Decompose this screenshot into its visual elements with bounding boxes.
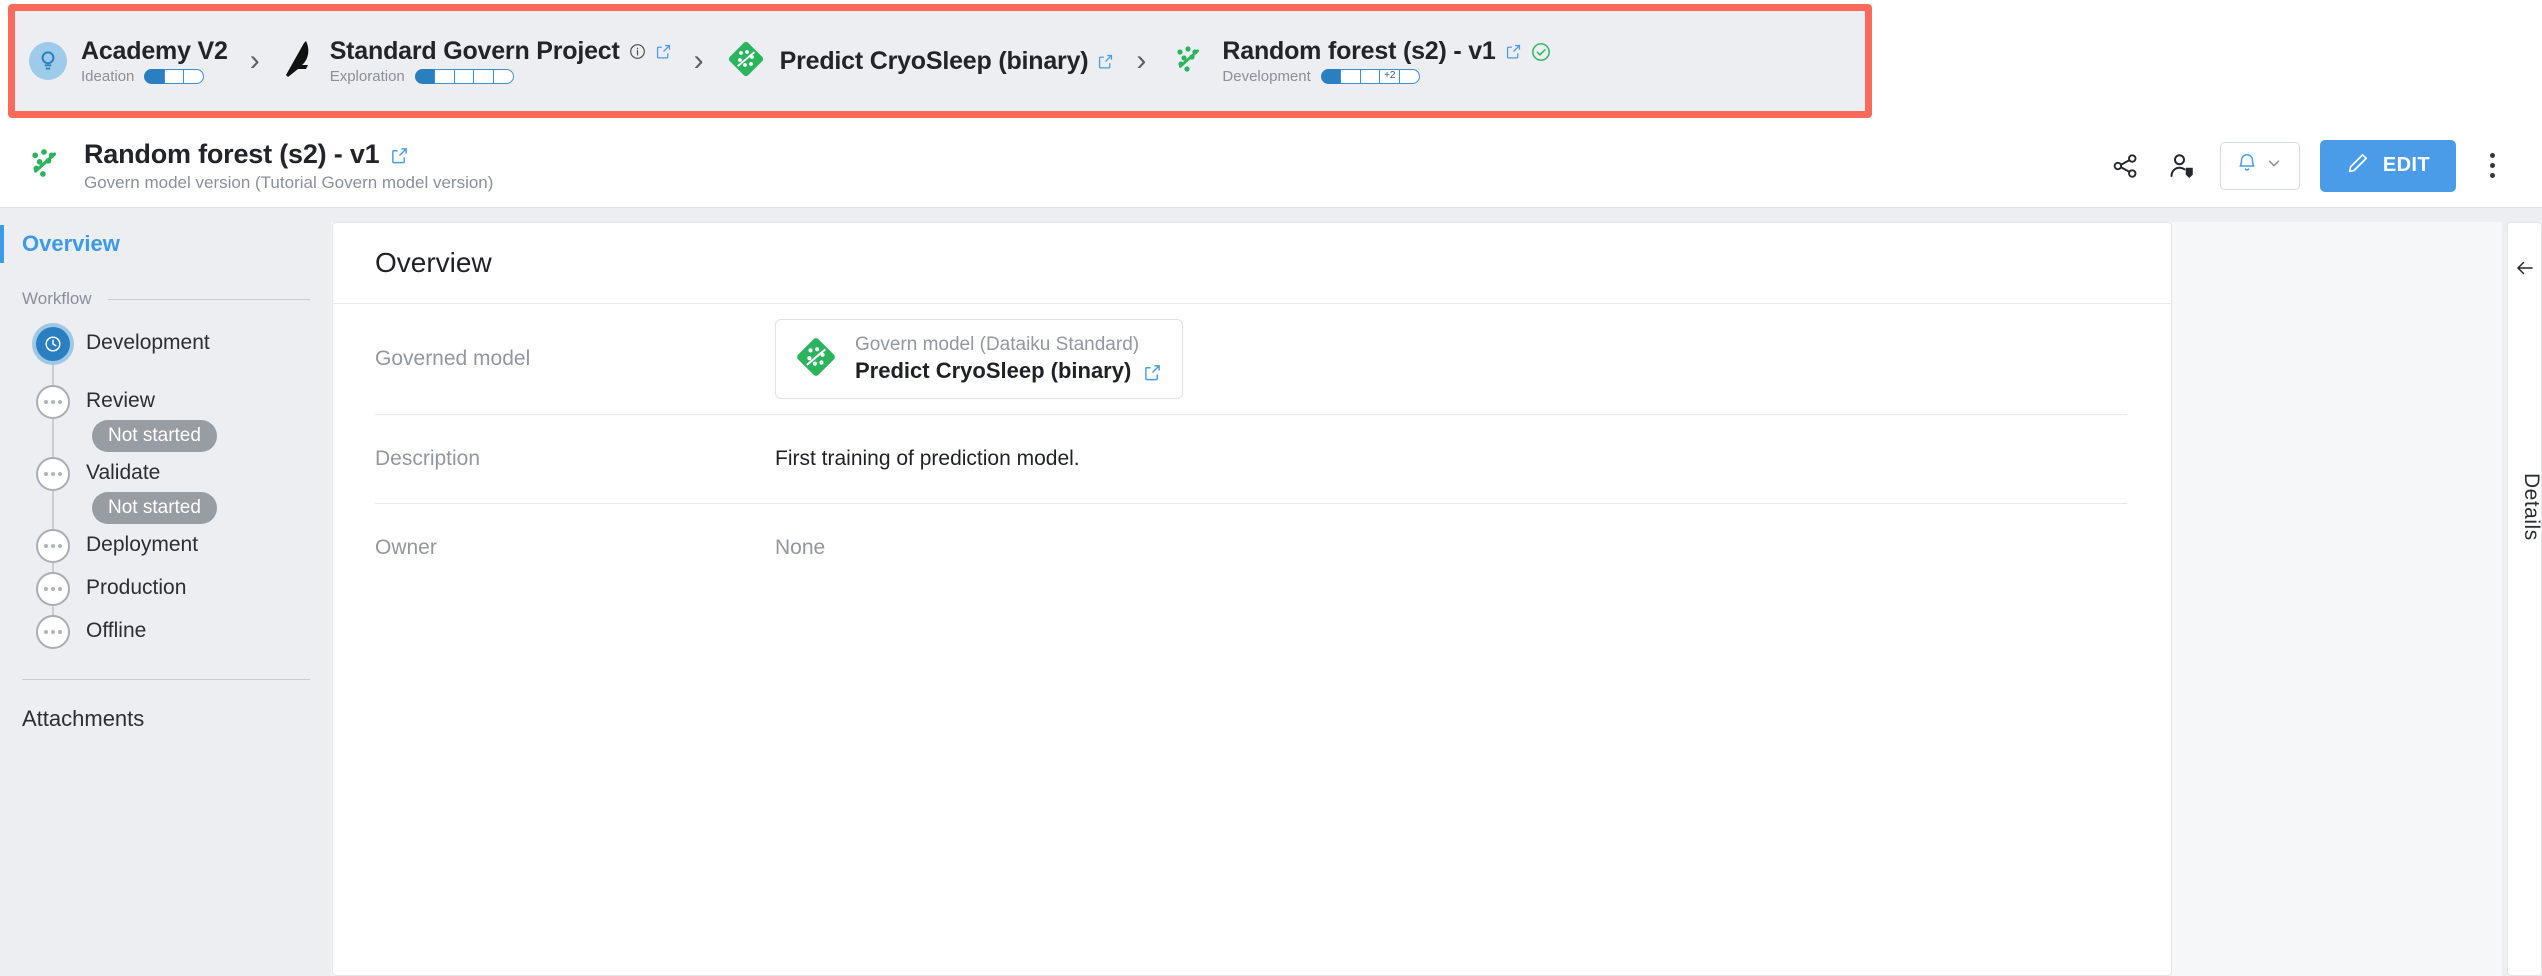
breadcrumb-item-title: Random forest (s2) - v1 bbox=[1222, 37, 1496, 65]
sidebar-item-label: Overview bbox=[22, 231, 120, 256]
govern-model-diamond-icon bbox=[794, 335, 838, 384]
workflow-step-development[interactable]: Development bbox=[36, 327, 330, 385]
status-check-icon bbox=[1531, 42, 1551, 62]
left-sidebar: Overview Workflow Development Review Not bbox=[0, 209, 330, 976]
section-divider bbox=[107, 298, 310, 300]
edit-button-label: EDIT bbox=[2382, 154, 2430, 176]
breadcrumb: Academy V2 Ideation › Standard Govern Pr… bbox=[15, 11, 1865, 111]
status-badge: Not started bbox=[92, 420, 217, 452]
breadcrumb-item-random-forest-v1[interactable]: Random forest (s2) - v1 Development +2 bbox=[1168, 37, 1550, 85]
breadcrumb-item-stage: Exploration bbox=[329, 68, 405, 85]
clock-icon bbox=[36, 327, 70, 361]
workflow-section-label: Workflow bbox=[22, 289, 92, 308]
model-version-scatter-icon bbox=[1168, 39, 1208, 84]
sidebar-item-attachments[interactable]: Attachments bbox=[0, 680, 330, 732]
govern-model-diamond-icon bbox=[726, 39, 766, 84]
details-panel-label: Details bbox=[2520, 473, 2542, 541]
row-owner: Owner None bbox=[333, 504, 2171, 592]
overview-card-title: Overview bbox=[375, 247, 492, 278]
breadcrumb-separator: › bbox=[1136, 44, 1147, 77]
pencil-icon bbox=[2346, 151, 2370, 181]
breadcrumb-progress-project bbox=[414, 69, 514, 84]
workflow-step-deployment[interactable]: Deployment bbox=[36, 529, 330, 572]
governed-model-name: Predict CryoSleep (binary) bbox=[855, 358, 1132, 383]
notifications-button[interactable] bbox=[2219, 141, 2300, 190]
breadcrumb-bar: Academy V2 Ideation › Standard Govern Pr… bbox=[0, 0, 2542, 124]
user-tag-icon[interactable] bbox=[2154, 138, 2210, 194]
page-title: Random forest (s2) - v1 bbox=[84, 138, 380, 169]
breadcrumb-item-stage: Development bbox=[1222, 68, 1311, 85]
page-subtitle: Govern model version (Tutorial Govern mo… bbox=[84, 172, 494, 192]
workflow-step-list: Development Review Not started Validate … bbox=[0, 327, 330, 655]
breadcrumb-item-academy-v2[interactable]: Academy V2 Ideation bbox=[29, 37, 228, 85]
external-link-icon[interactable] bbox=[390, 146, 408, 163]
workflow-step-label: Validate bbox=[86, 461, 161, 484]
workflow-step-validate[interactable]: Validate Not started bbox=[36, 457, 330, 529]
sidebar-item-overview[interactable]: Overview bbox=[0, 221, 330, 267]
governed-model-kind: Govern model (Dataiku Standard) bbox=[855, 334, 1140, 355]
ellipsis-icon bbox=[36, 572, 70, 606]
row-label: Owner bbox=[375, 536, 437, 559]
arrow-left-icon[interactable] bbox=[2508, 223, 2541, 313]
share-nodes-icon[interactable] bbox=[2098, 138, 2154, 194]
page-header: Random forest (s2) - v1 Govern model ver… bbox=[0, 124, 2542, 208]
edit-button[interactable]: EDIT bbox=[2319, 139, 2456, 192]
breadcrumb-item-stage: Ideation bbox=[81, 68, 135, 85]
overview-card-header: Overview bbox=[333, 223, 2171, 304]
bird-feather-icon bbox=[282, 39, 316, 84]
ellipsis-icon bbox=[36, 615, 70, 649]
bell-icon bbox=[2236, 152, 2258, 179]
breadcrumb-item-predict-cryosleep[interactable]: Predict CryoSleep (binary) bbox=[726, 39, 1115, 84]
breadcrumb-item-title: Predict CryoSleep (binary) bbox=[779, 46, 1089, 75]
breadcrumb-separator: › bbox=[693, 44, 704, 77]
external-link-icon[interactable] bbox=[655, 43, 672, 60]
lightbulb-icon bbox=[29, 42, 67, 80]
breadcrumb-item-title: Academy V2 bbox=[81, 37, 228, 65]
breadcrumb-item-title: Standard Govern Project bbox=[329, 37, 620, 65]
breadcrumb-progress-version: +2 bbox=[1320, 69, 1420, 84]
info-icon[interactable] bbox=[629, 43, 646, 60]
row-description: Description First training of prediction… bbox=[333, 415, 2171, 503]
main-content: Overview Governed model Govern model (Da… bbox=[331, 222, 2502, 976]
workflow-step-production[interactable]: Production bbox=[36, 572, 330, 615]
breadcrumb-separator: › bbox=[249, 44, 260, 77]
external-link-icon[interactable] bbox=[1143, 363, 1161, 380]
status-badge: Not started bbox=[92, 492, 217, 524]
governed-model-card[interactable]: Govern model (Dataiku Standard) Predict … bbox=[775, 319, 1184, 399]
model-version-scatter-icon bbox=[22, 141, 66, 190]
workflow-step-label: Deployment bbox=[86, 533, 199, 556]
breadcrumb-progress-academy bbox=[144, 69, 205, 84]
workflow-step-label: Development bbox=[86, 331, 210, 354]
workflow-step-label: Production bbox=[86, 576, 187, 599]
external-link-icon[interactable] bbox=[1097, 53, 1114, 70]
ellipsis-icon bbox=[36, 529, 70, 563]
sidebar-section-workflow: Workflow bbox=[0, 287, 330, 311]
overview-card: Overview Governed model Govern model (Da… bbox=[332, 222, 2172, 976]
kebab-menu-icon[interactable] bbox=[2466, 140, 2518, 192]
row-value: None bbox=[775, 536, 826, 559]
row-governed-model: Governed model Govern model (Dataiku Sta… bbox=[333, 304, 2171, 414]
workflow-step-label: Review bbox=[86, 389, 155, 412]
breadcrumb-item-standard-govern-project[interactable]: Standard Govern Project Exploration bbox=[282, 37, 672, 85]
ellipsis-icon bbox=[36, 385, 70, 419]
chevron-down-icon bbox=[2265, 154, 2283, 177]
workflow-step-review[interactable]: Review Not started bbox=[36, 385, 330, 457]
workflow-step-label: Offline bbox=[86, 619, 147, 642]
progress-extra-count: +2 bbox=[1379, 69, 1401, 84]
workflow-step-offline[interactable]: Offline bbox=[36, 615, 330, 655]
details-panel-rail[interactable]: Details bbox=[2507, 222, 2542, 976]
row-label: Description bbox=[375, 447, 481, 470]
sidebar-item-label: Attachments bbox=[22, 706, 145, 731]
external-link-icon[interactable] bbox=[1505, 43, 1522, 60]
ellipsis-icon bbox=[36, 457, 70, 491]
row-label: Governed model bbox=[375, 347, 531, 370]
row-value: First training of prediction model. bbox=[775, 447, 1080, 470]
